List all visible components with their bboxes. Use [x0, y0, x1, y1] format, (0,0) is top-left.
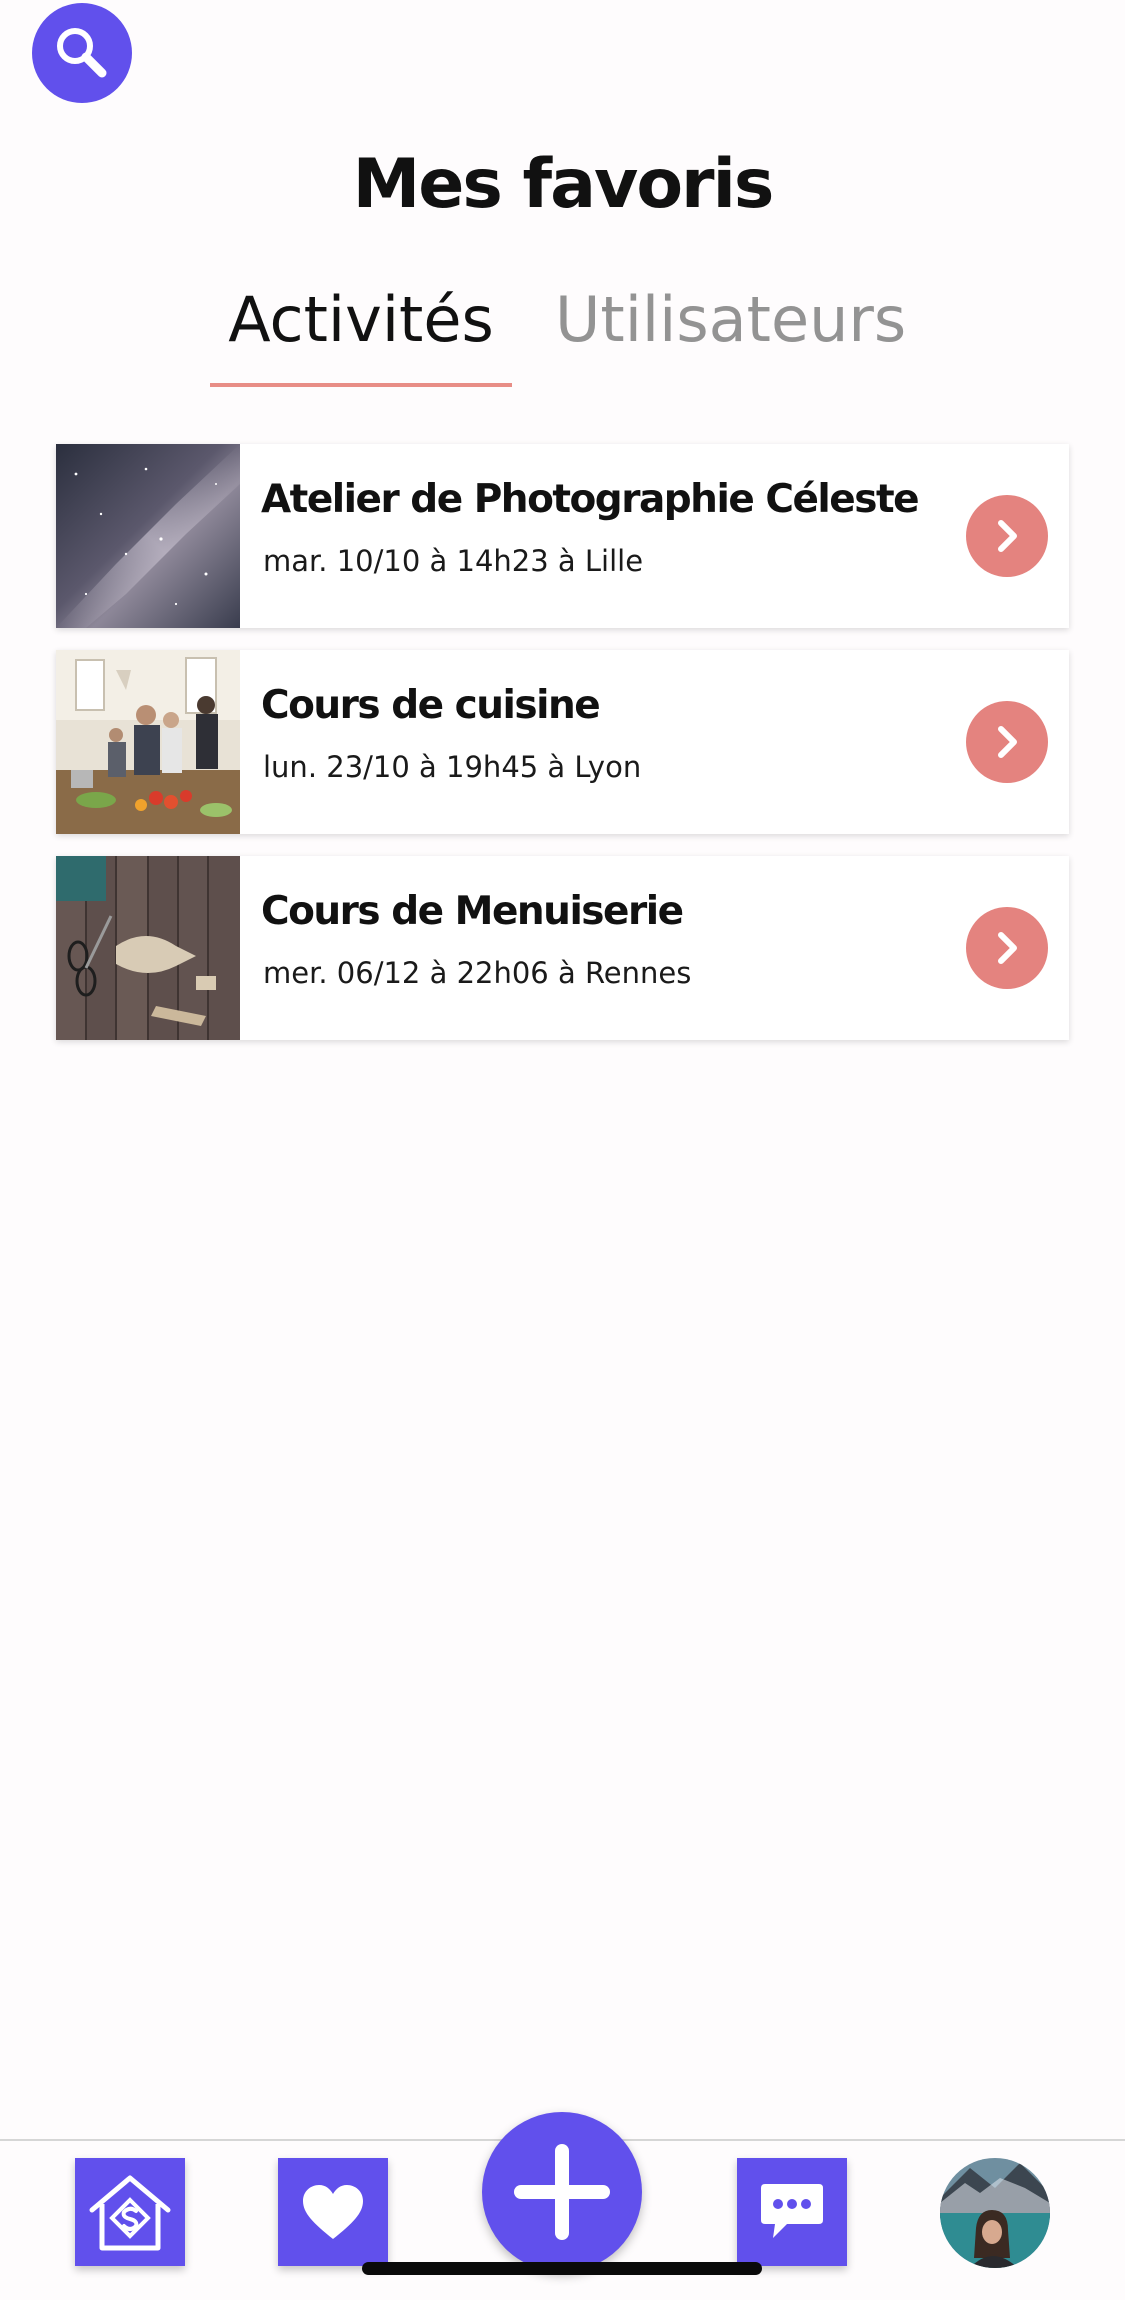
nav-messages-button[interactable] — [737, 2158, 847, 2266]
search-button[interactable] — [32, 3, 132, 103]
activity-title: Cours de cuisine — [261, 683, 601, 728]
chevron-right-icon — [998, 726, 1017, 758]
active-tab-indicator — [210, 383, 512, 387]
woodworking-photo — [56, 856, 240, 1040]
chat-icon — [761, 2184, 823, 2238]
chevron-right-icon — [998, 520, 1017, 552]
activity-subtitle: lun. 23/10 à 19h45 à Lyon — [263, 750, 642, 784]
activity-subtitle: mer. 06/12 à 22h06 à Rennes — [263, 956, 692, 990]
milky-way-photo — [56, 444, 240, 628]
home-indicator — [362, 2262, 762, 2275]
search-icon — [57, 28, 107, 78]
open-activity-button[interactable] — [966, 495, 1048, 577]
heart-icon — [303, 2185, 363, 2239]
chevron-right-icon — [998, 932, 1017, 964]
create-activity-button[interactable] — [482, 2112, 642, 2272]
nav-profile-avatar[interactable] — [940, 2158, 1050, 2268]
plus-icon — [514, 2144, 610, 2240]
nav-favorites-button[interactable] — [278, 2158, 388, 2266]
cooking-class-photo — [56, 650, 240, 834]
activity-card[interactable]: Cours de Menuiserie mer. 06/12 à 22h06 à… — [56, 856, 1069, 1040]
activity-card[interactable]: Atelier de Photographie Céleste mar. 10/… — [56, 444, 1069, 628]
activity-title: Cours de Menuiserie — [261, 889, 684, 934]
avatar — [940, 2158, 1050, 2268]
tab-utilisateurs[interactable]: Utilisateurs — [555, 280, 906, 360]
open-activity-button[interactable] — [966, 701, 1048, 783]
page-title: Mes favoris — [352, 145, 775, 224]
home-icon — [89, 2175, 171, 2251]
nav-home-button[interactable] — [75, 2158, 185, 2266]
activity-title: Atelier de Photographie Céleste — [261, 477, 920, 522]
tab-activites[interactable]: Activités — [210, 280, 512, 360]
activity-card[interactable]: Cours de cuisine lun. 23/10 à 19h45 à Ly… — [56, 650, 1069, 834]
open-activity-button[interactable] — [966, 907, 1048, 989]
activity-subtitle: mar. 10/10 à 14h23 à Lille — [263, 544, 644, 578]
